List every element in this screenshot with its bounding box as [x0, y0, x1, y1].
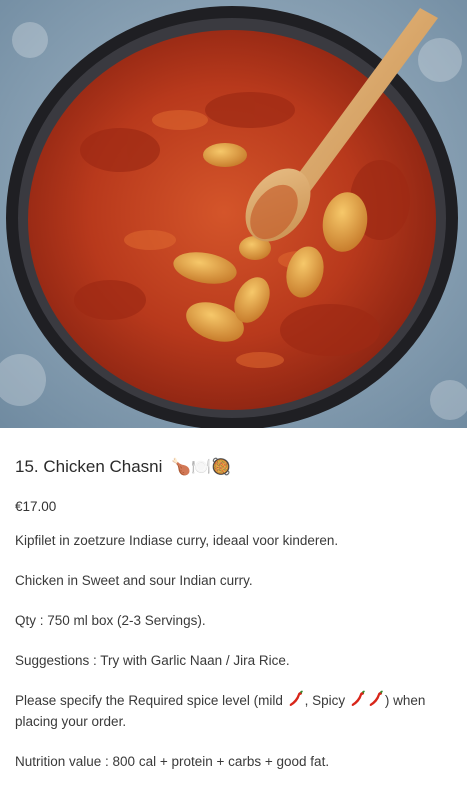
nutrition-info: Nutrition value : 800 cal + protein + ca…	[15, 754, 330, 769]
description-english: Chicken in Sweet and sour Indian curry.	[15, 573, 253, 588]
description-dutch: Kipfilet in zoetzure Indiase curry, idea…	[15, 533, 339, 548]
product-title: 15. Chicken Chasni 🍗🍽️🥘	[15, 456, 452, 479]
chili-pepper-icon	[351, 690, 365, 706]
suggestions-info: Suggestions : Try with Garlic Naan / Jir…	[15, 653, 290, 668]
spice-text-prefix: Please specify the Required spice level …	[15, 693, 287, 708]
product-title-text: 15. Chicken Chasni	[15, 457, 163, 476]
product-card: 15. Chicken Chasni 🍗🍽️🥘 €17.00 Kipfilet …	[0, 0, 467, 769]
quantity-info: Qty : 750 ml box (2-3 Servings).	[15, 613, 206, 628]
chili-pepper-icon	[289, 690, 303, 706]
chili-pepper-icon	[369, 690, 383, 706]
food-emoji-icons: 🍗🍽️🥘	[171, 459, 231, 476]
product-photo	[0, 0, 467, 428]
spice-text-mid: , Spicy	[304, 693, 349, 708]
product-details: 15. Chicken Chasni 🍗🍽️🥘 €17.00 Kipfilet …	[15, 456, 452, 791]
spice-level-info: Please specify the Required spice level …	[15, 690, 452, 732]
product-price: €17.00	[15, 499, 57, 514]
